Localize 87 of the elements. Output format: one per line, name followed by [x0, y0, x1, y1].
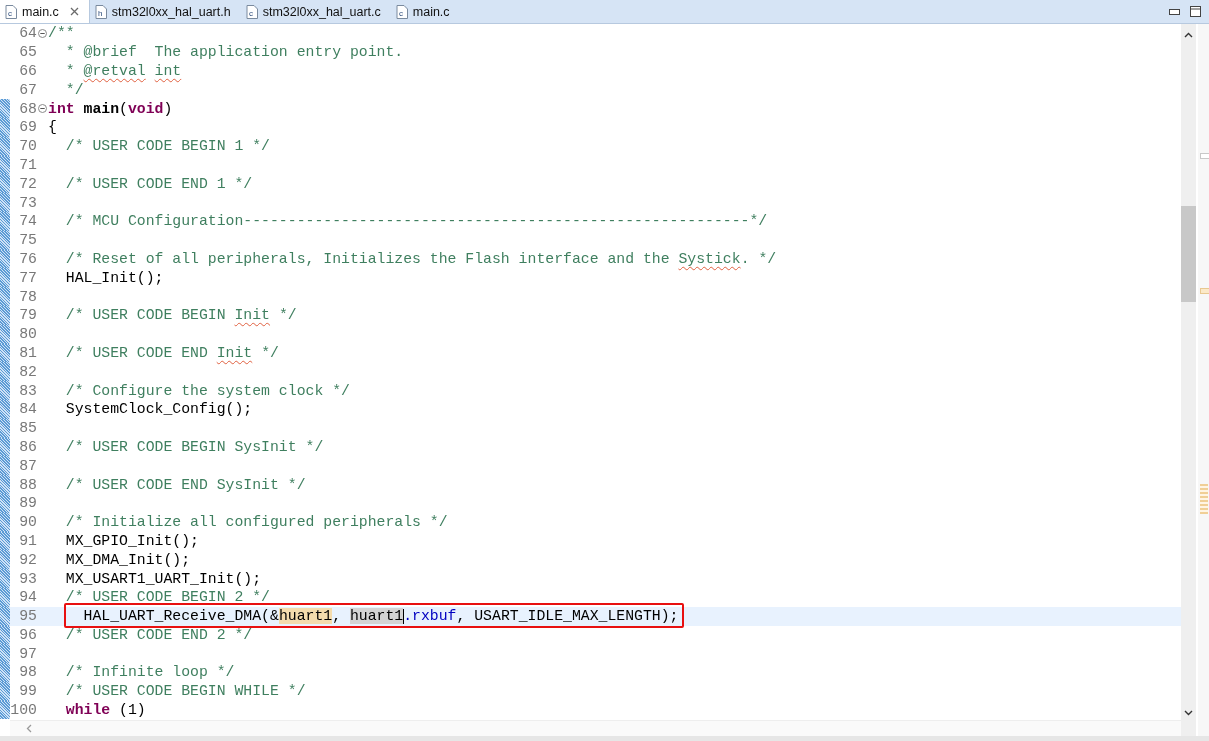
line-number: 82	[18, 363, 37, 380]
minimize-icon[interactable]	[1169, 8, 1180, 15]
line-number: 89	[18, 495, 37, 512]
code-line: /* Initialize all configured peripherals */	[64, 514, 448, 531]
line-number: 93	[18, 570, 37, 587]
line-number: 75	[18, 232, 37, 249]
file-icon: c	[395, 4, 408, 19]
ruler-mark[interactable]	[1200, 484, 1208, 514]
code-line: /* Reset of all peripherals, Initializes the Flash interface and the Systick. */	[64, 250, 777, 267]
line-number: 66	[18, 63, 37, 79]
code-line: /* USER CODE BEGIN WHILE */	[64, 683, 306, 700]
overview-ruler[interactable]	[1198, 24, 1209, 736]
line-number: 97	[18, 645, 37, 662]
line-number: 80	[18, 326, 37, 343]
file-icon: c	[245, 4, 258, 19]
line-number: 98	[18, 664, 37, 681]
editor-tab[interactable]: c stm32l0xx_hal_uart.c	[240, 0, 391, 23]
scroll-left-icon[interactable]	[26, 724, 32, 733]
line-number: 78	[18, 288, 37, 305]
line-number: 67	[18, 81, 37, 98]
code-line: /* MCU Configuration---------------------------------------------------------*/	[64, 213, 768, 230]
horizontal-scrollbar[interactable]	[10, 720, 1181, 736]
code-line: */	[64, 81, 84, 98]
file-icon: h	[94, 4, 107, 19]
line-number: 100	[10, 702, 37, 719]
code-line: * @retval int	[64, 63, 182, 79]
code-line: /* USER CODE END 2 */	[64, 626, 253, 643]
line-number: 76	[18, 250, 37, 267]
line-number: 83	[18, 382, 37, 399]
line-number: 72	[18, 175, 37, 192]
code-line: HAL_UART_Receive_DMA(&huart1, huart1.rxbuf, USART_IDLE_MAX_LENGTH);	[82, 608, 679, 625]
code-line: int main(void)	[48, 100, 173, 117]
vertical-scrollbar[interactable]	[1181, 24, 1196, 736]
scroll-up-icon[interactable]	[1184, 32, 1193, 38]
line-number: 91	[18, 532, 37, 549]
code-line: {	[48, 119, 57, 136]
collapse-icon[interactable]	[38, 104, 47, 114]
collapse-icon[interactable]	[38, 28, 47, 38]
line-number: 94	[18, 589, 37, 606]
line-number: 86	[18, 438, 37, 455]
code-line: /* USER CODE BEGIN Init */	[64, 307, 297, 324]
code-line: while (1)	[64, 702, 146, 719]
line-number: 95	[18, 608, 37, 625]
close-icon[interactable]	[69, 7, 79, 16]
code-line: MX_DMA_Init();	[64, 551, 191, 568]
code-line: * @brief The application entry point.	[64, 44, 404, 61]
code-line: /**	[48, 25, 75, 42]
ruler-mark[interactable]	[1200, 153, 1209, 159]
code-line: /* USER CODE BEGIN 1 */	[64, 138, 270, 155]
code-line: /* USER CODE END SysInit */	[64, 476, 306, 493]
line-number: 68	[18, 100, 37, 117]
file-icon: c	[5, 4, 17, 19]
line-number: 64	[18, 25, 37, 42]
ruler-mark[interactable]	[1200, 288, 1209, 294]
line-number: 69	[18, 119, 37, 136]
line-number: 81	[18, 344, 37, 361]
line-number: 84	[18, 401, 37, 418]
line-number: 85	[18, 420, 37, 437]
editor-tab[interactable]: c main.c	[0, 0, 90, 23]
code-line: /* USER CODE BEGIN SysInit */	[64, 438, 324, 455]
line-number: 92	[18, 551, 37, 568]
line-number: 90	[18, 514, 37, 531]
line-number: 87	[18, 457, 37, 474]
scroll-down-icon[interactable]	[1184, 710, 1193, 716]
line-number: 88	[18, 476, 37, 493]
line-number: 73	[18, 194, 37, 211]
scroll-thumb[interactable]	[1181, 206, 1196, 302]
code-line: /* USER CODE END Init */	[64, 344, 279, 361]
code-line: SystemClock_Config();	[64, 401, 253, 418]
code-line: /* Infinite loop */	[64, 664, 235, 681]
line-number: 96	[18, 626, 37, 643]
maximize-icon[interactable]	[1190, 6, 1201, 17]
line-number: 79	[18, 307, 37, 324]
line-number: 71	[18, 156, 37, 173]
editor-tab[interactable]: c main.c	[390, 0, 531, 23]
code-line: /* USER CODE END 1 */	[64, 175, 253, 192]
line-number: 99	[18, 683, 37, 700]
code-line: MX_GPIO_Init();	[64, 532, 199, 549]
code-line: HAL_Init();	[64, 269, 164, 286]
line-number: 70	[18, 138, 37, 155]
code-line: MX_USART1_UART_Init();	[64, 570, 262, 587]
line-number: 65	[18, 44, 37, 61]
line-number: 74	[18, 213, 37, 230]
code-line: /* USER CODE BEGIN 2 */	[64, 589, 270, 606]
editor-tab[interactable]: h stm32l0xx_hal_uart.h	[89, 0, 241, 23]
code-line: /* Configure the system clock */	[64, 382, 350, 399]
line-number: 77	[18, 269, 37, 286]
